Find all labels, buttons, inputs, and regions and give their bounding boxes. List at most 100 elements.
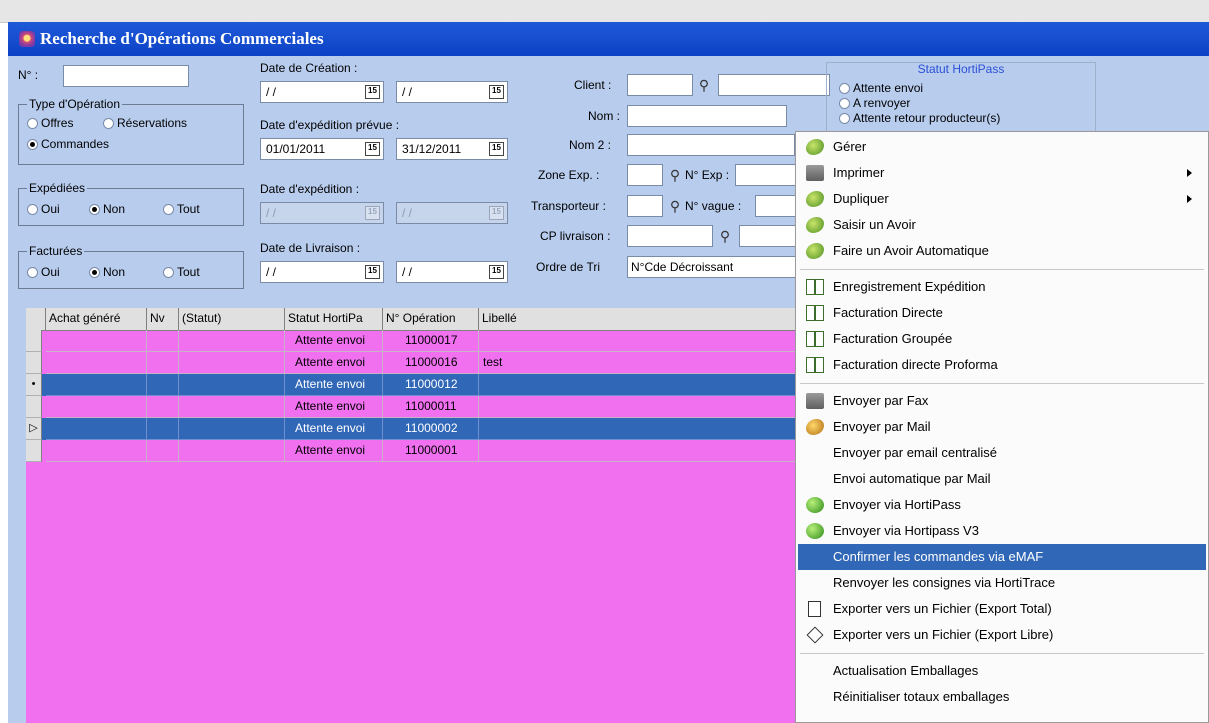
radio-expediees-non[interactable]: Non <box>89 202 125 216</box>
menu-item-faire-un-avoir-automatique[interactable]: Faire un Avoir Automatique <box>798 238 1206 264</box>
calendar-icon[interactable]: 15 <box>489 265 504 279</box>
context-menu: Gérer Imprimer Dupliquer Saisir un Avoir Fai… <box>795 131 1209 723</box>
row-indicator[interactable]: • <box>26 374 42 396</box>
cell-statut-hortipass: Attente envoi <box>285 330 383 352</box>
transporteur-input[interactable] <box>627 195 663 217</box>
nom-input[interactable] <box>627 105 787 127</box>
menu-item-facturation-groupee[interactable]: Facturation Groupée <box>798 326 1206 352</box>
radio-attente-retour[interactable]: Attente retour producteur(s) <box>839 111 1000 125</box>
calendar-icon[interactable]: 15 <box>365 85 380 99</box>
menu-item-label: Exporter vers un Fichier (Export Libre) <box>833 627 1054 642</box>
menu-item-dupliquer[interactable]: Dupliquer <box>798 186 1206 212</box>
menu-item-facturation-directe-proforma[interactable]: Facturation directe Proforma <box>798 352 1206 378</box>
menu-item-envoyer-par-mail[interactable]: Envoyer par Mail <box>798 414 1206 440</box>
menu-item-gerer[interactable]: Gérer <box>798 134 1206 160</box>
calendar-icon: 15 <box>365 206 380 220</box>
header-nv[interactable]: Nv <box>147 308 179 330</box>
client-name-input[interactable] <box>718 74 830 96</box>
transporteur-picker-icon[interactable]: ⚲ <box>667 198 683 214</box>
expediees-title: Expédiées <box>27 181 88 195</box>
calendar-icon[interactable]: 15 <box>489 142 504 156</box>
date-creation-to[interactable]: / /15 <box>396 81 508 103</box>
statut-hortipass-title: Statut HortiPass <box>917 62 1005 76</box>
date-expedition-prevue-to[interactable]: 31/12/2011 15 <box>396 138 508 160</box>
row-indicator[interactable] <box>26 440 42 462</box>
row-indicator[interactable] <box>26 396 42 418</box>
cell-statut <box>179 374 285 396</box>
cp-livraison-input[interactable] <box>627 225 713 247</box>
menu-item-envoyer-par-email-centralise[interactable]: Envoyer par email centralisé <box>798 440 1206 466</box>
radio-dot-selected <box>27 139 38 150</box>
header-statut-hortipass[interactable]: Statut HortiPa <box>285 308 383 330</box>
printer-icon <box>806 165 824 181</box>
menu-item-envoyer-via-hortipass-v3[interactable]: Envoyer via Hortipass V3 <box>798 518 1206 544</box>
menu-item-envoyer-via-hortipass[interactable]: Envoyer via HortiPass <box>798 492 1206 518</box>
cell-num-operation: 11000011 <box>383 396 479 418</box>
leaf-icon <box>806 139 824 155</box>
window-title: Recherche d'Opérations Commerciales <box>40 29 324 48</box>
header-statut[interactable]: (Statut) <box>179 308 285 330</box>
date-expedition-prevue-from[interactable]: 01/01/2011 15 <box>260 138 384 160</box>
ordre-tri-select[interactable]: N°Cde Décroissant <box>627 256 799 278</box>
nom-label: Nom : <box>588 109 621 123</box>
cell-nv <box>147 330 179 352</box>
row-indicator[interactable] <box>26 352 42 374</box>
nom2-input[interactable] <box>627 134 795 156</box>
menu-item-facturation-directe[interactable]: Facturation Directe <box>798 300 1206 326</box>
radio-a-renvoyer[interactable]: A renvoyer <box>839 96 910 110</box>
background-window-strip <box>0 0 1209 23</box>
radio-expediees-oui[interactable]: Oui <box>27 202 60 216</box>
menu-item-actualisation-emballages[interactable]: Actualisation Emballages <box>798 658 1206 684</box>
client-code-input[interactable] <box>627 74 693 96</box>
calendar-icon[interactable]: 15 <box>365 142 380 156</box>
num-vague-input[interactable] <box>755 195 797 217</box>
num-label: N° : <box>18 68 39 82</box>
cell-achat-genere <box>46 418 147 440</box>
radio-reservations[interactable]: Réservations <box>103 116 187 130</box>
menu-item-imprimer[interactable]: Imprimer <box>798 160 1206 186</box>
row-indicator[interactable] <box>26 330 42 352</box>
menu-item-label: Saisir un Avoir <box>833 217 916 232</box>
expediees-group: Expédiées Oui Non Tout <box>18 181 244 226</box>
menu-item-saisir-un-avoir[interactable]: Saisir un Avoir <box>798 212 1206 238</box>
menu-item-label: Confirmer les commandes via eMAF <box>833 549 1044 564</box>
num-input[interactable] <box>63 65 189 87</box>
menu-item-envoi-automatique-par-mail[interactable]: Envoi automatique par Mail <box>798 466 1206 492</box>
row-indicator[interactable]: ▷ <box>26 418 42 440</box>
diamond-icon <box>806 626 824 644</box>
radio-commandes[interactable]: Commandes <box>27 137 109 151</box>
menu-item-reinitialiser-totaux-emballages[interactable]: Réinitialiser totaux emballages <box>798 684 1206 710</box>
num-exp-label: N° Exp : <box>685 168 730 182</box>
leaf-icon <box>806 191 824 207</box>
date-expedition-label: Date d'expédition : <box>260 182 360 196</box>
date-livraison-from[interactable]: / /15 <box>260 261 384 283</box>
menu-item-exporter-vers-un-fichier-export-libre[interactable]: Exporter vers un Fichier (Export Libre) <box>798 622 1206 648</box>
radio-facturees-non[interactable]: Non <box>89 265 125 279</box>
menu-item-confirmer-les-commandes-via-emaf[interactable]: Confirmer les commandes via eMAF <box>798 544 1206 570</box>
radio-facturees-tout[interactable]: Tout <box>163 265 200 279</box>
date-livraison-to[interactable]: / /15 <box>396 261 508 283</box>
menu-item-exporter-vers-un-fichier-export-total[interactable]: Exporter vers un Fichier (Export Total) <box>798 596 1206 622</box>
menu-item-envoyer-par-fax[interactable]: Envoyer par Fax <box>798 388 1206 414</box>
cp-livraison-picker-icon[interactable]: ⚲ <box>717 228 733 244</box>
date-creation-from[interactable]: / /15 <box>260 81 384 103</box>
menu-item-enregistrement-expedition[interactable]: Enregistrement Expédition <box>798 274 1206 300</box>
ordre-tri-label: Ordre de Tri <box>536 260 601 274</box>
ville-livraison-input[interactable] <box>739 225 797 247</box>
zone-exp-input[interactable] <box>627 164 663 186</box>
calendar-icon[interactable]: 15 <box>365 265 380 279</box>
calendar-icon[interactable]: 15 <box>489 85 504 99</box>
radio-offres[interactable]: Offres <box>27 116 73 130</box>
radio-dot <box>103 118 114 129</box>
radio-expediees-tout[interactable]: Tout <box>163 202 200 216</box>
menu-item-renvoyer-les-consignes-via-hortitrace[interactable]: Renvoyer les consignes via HortiTrace <box>798 570 1206 596</box>
client-picker-icon[interactable]: ⚲ <box>696 77 712 93</box>
num-exp-input[interactable] <box>735 164 797 186</box>
zone-exp-picker-icon[interactable]: ⚲ <box>667 167 683 183</box>
radio-attente-envoi[interactable]: Attente envoi <box>839 81 923 95</box>
header-num-operation[interactable]: N° Opération <box>383 308 479 330</box>
radio-facturees-oui[interactable]: Oui <box>27 265 60 279</box>
cell-statut <box>179 352 285 374</box>
cell-statut <box>179 330 285 352</box>
header-achat-genere[interactable]: Achat généré <box>46 308 147 330</box>
